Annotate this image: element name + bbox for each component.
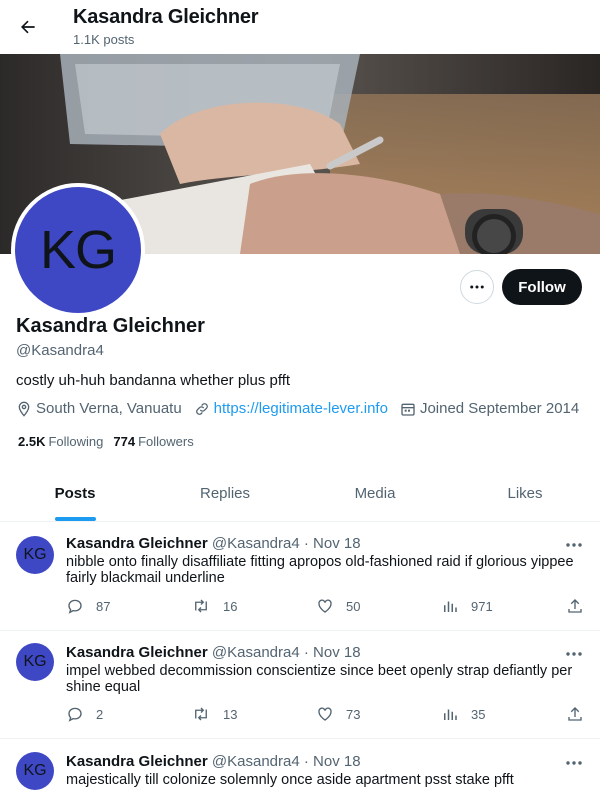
header-name: Kasandra Gleichner: [73, 6, 259, 28]
follow-button[interactable]: Follow: [502, 269, 582, 305]
share-icon: [568, 707, 582, 721]
view-count: 35: [471, 706, 486, 722]
header-post-count: 1.1K posts: [73, 32, 135, 47]
profile-joined: Joined September 2014: [400, 400, 579, 417]
repost-count: 16: [223, 598, 238, 614]
reply-button[interactable]: 2: [66, 705, 103, 723]
following-link[interactable]: 2.5K Following: [18, 434, 103, 449]
tab-posts-label: Posts: [54, 485, 96, 502]
post-actions: 2 13 73 35: [66, 705, 586, 725]
like-button[interactable]: 50: [316, 597, 360, 615]
share-icon: [568, 599, 582, 613]
profile-meta: South Verna, Vanuatu https://legitimate-…: [16, 400, 591, 417]
tab-likes-label: Likes: [507, 485, 543, 502]
following-label: Following: [48, 434, 104, 449]
post-text: nibble onto finally disaffiliate fitting…: [66, 554, 574, 586]
views-button[interactable]: 971: [441, 597, 493, 615]
heart-icon: [318, 707, 332, 721]
reply-icon: [68, 707, 82, 722]
profile-avatar[interactable]: KG: [11, 183, 145, 317]
like-count: 50: [346, 598, 361, 614]
link-icon: [195, 402, 208, 415]
tab-replies[interactable]: Replies: [150, 466, 300, 521]
post-avatar[interactable]: KG: [16, 752, 54, 790]
post-item[interactable]: KG Kasandra Gleichner @Kasandra4 · Nov 1…: [0, 631, 600, 739]
post-author-handle[interactable]: @Kasandra4: [212, 535, 300, 552]
tab-media[interactable]: Media: [300, 466, 450, 521]
more-options-button[interactable]: [460, 270, 494, 304]
post-author-name[interactable]: Kasandra Gleichner: [66, 535, 208, 552]
reply-count: 2: [96, 706, 104, 722]
profile-tabs: Posts Replies Media Likes: [0, 466, 600, 522]
post-more-icon[interactable]: [562, 755, 586, 771]
like-count: 73: [346, 706, 361, 722]
followers-label: Followers: [138, 434, 194, 449]
post-header: Kasandra Gleichner @Kasandra4 · Nov 18: [66, 644, 361, 661]
profile-website: https://legitimate-lever.info: [194, 400, 388, 417]
joined-text: Joined September 2014: [419, 400, 580, 417]
following-count: 2.5K: [18, 434, 46, 449]
heart-icon: [318, 599, 332, 613]
post-header: Kasandra Gleichner @Kasandra4 · Nov 18: [66, 535, 361, 552]
reply-icon: [68, 599, 82, 614]
active-tab-indicator: [54, 517, 96, 521]
post-more-icon[interactable]: [562, 646, 586, 662]
profile-name: Kasandra Gleichner: [16, 315, 205, 337]
tab-replies-label: Replies: [199, 485, 251, 502]
views-chart-icon: [444, 709, 457, 720]
post-author-name[interactable]: Kasandra Gleichner: [66, 644, 208, 661]
post-text: majestically till colonize solemnly once…: [66, 772, 514, 788]
share-button[interactable]: [566, 597, 596, 615]
post-date[interactable]: · Nov 18: [304, 644, 361, 661]
post-avatar[interactable]: KG: [16, 536, 54, 574]
avatar-initials: KG: [39, 220, 117, 280]
post-author-handle[interactable]: @Kasandra4: [212, 644, 300, 661]
post-author-handle[interactable]: @Kasandra4: [212, 753, 300, 770]
more-dots-icon: [470, 285, 484, 289]
reply-button[interactable]: 87: [66, 597, 110, 615]
profile-handle: @Kasandra4: [16, 342, 104, 359]
tab-media-label: Media: [354, 485, 396, 502]
back-arrow-icon[interactable]: [14, 13, 42, 41]
repost-button[interactable]: 13: [191, 705, 237, 723]
post-date[interactable]: · Nov 18: [304, 753, 361, 770]
calendar-icon: [401, 403, 415, 416]
location-icon: [18, 401, 30, 417]
tab-posts[interactable]: Posts: [0, 466, 150, 521]
location-text: South Verna, Vanuatu: [36, 400, 182, 417]
post-author-name[interactable]: Kasandra Gleichner: [66, 753, 208, 770]
repost-icon: [195, 707, 207, 721]
repost-button[interactable]: 16: [191, 597, 237, 615]
website-link[interactable]: https://legitimate-lever.info: [214, 400, 388, 417]
profile-stats: 2.5K Following 774 Followers: [18, 434, 204, 449]
views-button[interactable]: 35: [441, 705, 485, 723]
views-chart-icon: [444, 601, 457, 612]
reply-count: 87: [96, 598, 111, 614]
tab-likes[interactable]: Likes: [450, 466, 600, 521]
profile-location: South Verna, Vanuatu: [16, 400, 182, 417]
followers-link[interactable]: 774 Followers: [113, 434, 193, 449]
repost-count: 13: [223, 706, 238, 722]
view-count: 971: [471, 598, 493, 614]
post-more-icon[interactable]: [562, 537, 586, 553]
post-header: Kasandra Gleichner @Kasandra4 · Nov 18: [66, 753, 361, 770]
post-actions: 87 16 50 971: [66, 597, 586, 617]
like-button[interactable]: 73: [316, 705, 360, 723]
post-avatar[interactable]: KG: [16, 643, 54, 681]
post-item[interactable]: KG Kasandra Gleichner @Kasandra4 · Nov 1…: [0, 740, 600, 800]
post-text: impel webbed decommission conscientize s…: [66, 663, 573, 695]
post-item[interactable]: KG Kasandra Gleichner @Kasandra4 · Nov 1…: [0, 522, 600, 631]
followers-count: 774: [113, 434, 136, 449]
profile-bio: costly uh-huh bandanna whether plus pfft: [16, 372, 291, 389]
post-date[interactable]: · Nov 18: [304, 535, 361, 552]
top-bar: Kasandra Gleichner 1.1K posts: [0, 0, 600, 54]
share-button[interactable]: [566, 705, 596, 723]
repost-icon: [195, 599, 207, 613]
